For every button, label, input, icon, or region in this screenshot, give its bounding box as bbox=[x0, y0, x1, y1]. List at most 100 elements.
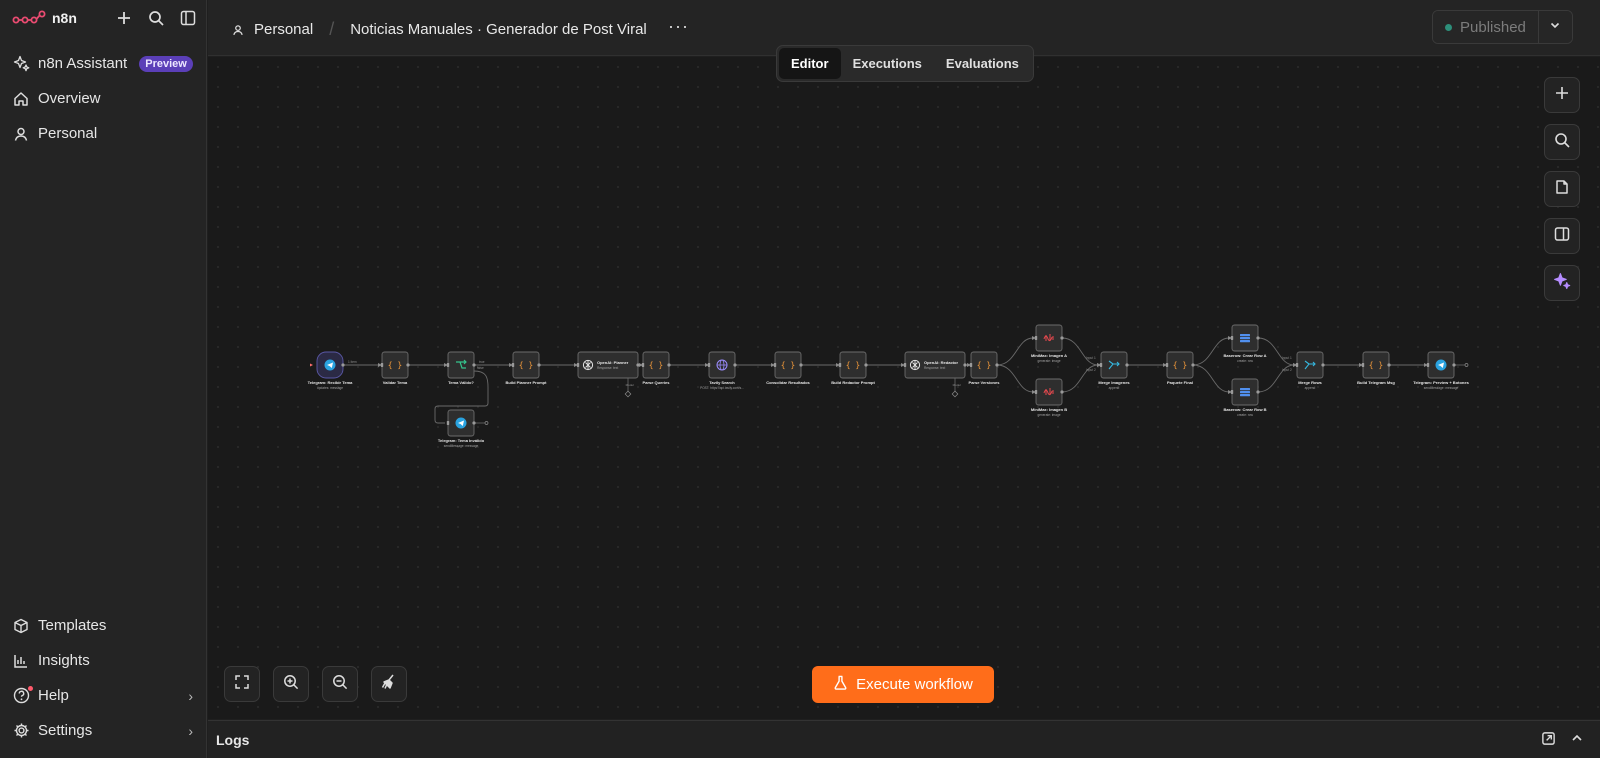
output-port[interactable] bbox=[667, 363, 671, 367]
project-link[interactable]: Personal bbox=[254, 21, 313, 38]
connection-line[interactable] bbox=[996, 337, 1034, 366]
fit-view-button[interactable] bbox=[224, 666, 260, 702]
search-icon[interactable] bbox=[147, 9, 165, 27]
workflow-node[interactable]: Telegram: Tema InválidosendMessage: mess… bbox=[438, 409, 485, 448]
output-port[interactable] bbox=[1060, 336, 1064, 340]
model-socket[interactable] bbox=[624, 390, 632, 398]
output-port[interactable] bbox=[1256, 390, 1260, 394]
node-box[interactable] bbox=[1296, 351, 1324, 379]
plus-icon[interactable] bbox=[115, 9, 133, 27]
input-port[interactable] bbox=[1099, 363, 1103, 367]
output-port[interactable] bbox=[537, 363, 541, 367]
input-port[interactable] bbox=[707, 363, 711, 367]
output-port[interactable] bbox=[733, 363, 737, 367]
workflow-node[interactable]: Baserow: Crear Row Bcreate: row bbox=[1223, 378, 1267, 417]
output-port[interactable] bbox=[1452, 363, 1456, 367]
input-port[interactable] bbox=[1230, 390, 1234, 394]
input-port[interactable] bbox=[838, 363, 842, 367]
input-port[interactable] bbox=[641, 363, 645, 367]
panel-toggle-icon[interactable] bbox=[179, 9, 197, 27]
output-handle[interactable] bbox=[484, 421, 489, 425]
publish-dropdown-button[interactable] bbox=[1537, 11, 1572, 43]
output-port[interactable] bbox=[341, 363, 345, 367]
output-port[interactable] bbox=[1060, 390, 1064, 394]
input-port[interactable] bbox=[1426, 363, 1430, 367]
input-port[interactable] bbox=[1034, 390, 1038, 394]
sidebar-item-overview[interactable]: Overview bbox=[0, 81, 207, 116]
node-box[interactable] bbox=[1035, 378, 1063, 406]
sticky-note-button[interactable] bbox=[1544, 171, 1580, 207]
node-box[interactable] bbox=[577, 351, 639, 379]
pop-out-icon[interactable] bbox=[1541, 731, 1556, 751]
output-port[interactable] bbox=[1387, 363, 1391, 367]
input-port[interactable] bbox=[1165, 363, 1169, 367]
sidebar-item-settings[interactable]: Settings › bbox=[0, 713, 207, 748]
input-port[interactable] bbox=[1230, 336, 1234, 340]
workflow-node[interactable]: { } Parse Queries bbox=[641, 351, 671, 385]
workflow-node[interactable]: Baserow: Crear Row Acreate: row bbox=[1224, 324, 1267, 363]
published-button[interactable]: Published bbox=[1433, 11, 1538, 43]
tab-evaluations[interactable]: Evaluations bbox=[934, 48, 1031, 79]
workflow-node[interactable]: { } Build Redactor Prompt bbox=[831, 351, 875, 385]
workflow-node[interactable]: Telegram: Preview + BotonessendMessage: … bbox=[1413, 351, 1470, 390]
workflow-node[interactable]: Telegram: Recibir Temaupdates: message bbox=[308, 351, 354, 390]
zoom-in-button[interactable] bbox=[273, 666, 309, 702]
output-port[interactable] bbox=[1256, 336, 1260, 340]
output-port[interactable] bbox=[472, 363, 476, 367]
execute-workflow-button[interactable]: Execute workflow bbox=[812, 666, 994, 703]
connection-line[interactable] bbox=[1192, 337, 1230, 366]
output-handle[interactable] bbox=[1464, 363, 1469, 367]
output-port[interactable] bbox=[1321, 363, 1325, 367]
workflow-node[interactable]: { } Validar Tema bbox=[380, 351, 410, 385]
workflow-node[interactable]: { } Consolidar Resultados bbox=[766, 351, 811, 385]
input-port[interactable] bbox=[380, 363, 384, 367]
output-port[interactable] bbox=[1191, 363, 1195, 367]
input-port[interactable] bbox=[1034, 336, 1038, 340]
add-node-button[interactable] bbox=[1544, 77, 1580, 113]
sidebar-item-insights[interactable]: Insights bbox=[0, 643, 207, 678]
search-nodes-button[interactable] bbox=[1544, 124, 1580, 160]
input-port[interactable] bbox=[576, 363, 580, 367]
input-port[interactable] bbox=[903, 363, 907, 367]
logs-panel[interactable]: Logs bbox=[208, 720, 1600, 758]
sidebar-item-personal[interactable]: Personal bbox=[0, 116, 207, 151]
output-port[interactable] bbox=[995, 363, 999, 367]
tidy-up-button[interactable] bbox=[371, 666, 407, 702]
output-port[interactable] bbox=[864, 363, 868, 367]
more-options-button[interactable]: ··· bbox=[668, 16, 689, 37]
workflow-node[interactable]: Tema Válido? bbox=[446, 351, 476, 385]
output-port[interactable] bbox=[636, 363, 640, 367]
output-port[interactable] bbox=[1125, 363, 1129, 367]
input-port[interactable] bbox=[446, 421, 450, 425]
sidebar-item-templates[interactable]: Templates bbox=[0, 608, 207, 643]
workflow-node[interactable]: MiniMax: Imagen Agenerate: image bbox=[1031, 324, 1067, 363]
output-port[interactable] bbox=[799, 363, 803, 367]
input-port[interactable] bbox=[1295, 363, 1299, 367]
zoom-out-button[interactable] bbox=[322, 666, 358, 702]
tab-executions[interactable]: Executions bbox=[841, 48, 934, 79]
workflow-node[interactable]: OpenAI: RedactorResponse: text bbox=[903, 351, 967, 379]
node-box[interactable] bbox=[1035, 324, 1063, 352]
input-port[interactable] bbox=[1361, 363, 1365, 367]
sidebar-item-help[interactable]: Help › bbox=[0, 678, 207, 713]
output-port[interactable] bbox=[472, 421, 476, 425]
workflow-node[interactable]: { } Paquete Final bbox=[1165, 351, 1195, 385]
workflow-node[interactable]: { } Build Telegram Msg bbox=[1357, 351, 1395, 385]
workflow-node[interactable]: { } Parse Versiones bbox=[969, 351, 1001, 385]
workflow-node[interactable]: Merge Imagenesappend bbox=[1098, 351, 1130, 390]
input-port[interactable] bbox=[773, 363, 777, 367]
node-box[interactable] bbox=[904, 351, 966, 379]
n8n-logo[interactable]: n8n bbox=[12, 10, 77, 26]
workflow-node[interactable]: Merge Rowsappend bbox=[1295, 351, 1325, 390]
workflow-node[interactable]: OpenAI: PlannerResponse: text bbox=[576, 351, 640, 379]
input-port[interactable] bbox=[969, 363, 973, 367]
workflow-node[interactable]: MiniMax: Imagen Bgenerate: image bbox=[1031, 378, 1067, 417]
sidebar-item-assistant[interactable]: n8n Assistant Preview bbox=[0, 46, 207, 81]
ai-assistant-button[interactable] bbox=[1544, 265, 1580, 301]
connection-line[interactable] bbox=[1192, 364, 1230, 393]
connection-line[interactable] bbox=[996, 364, 1034, 393]
output-port[interactable] bbox=[406, 363, 410, 367]
tab-editor[interactable]: Editor bbox=[779, 48, 841, 79]
input-port[interactable] bbox=[446, 363, 450, 367]
model-socket[interactable] bbox=[951, 390, 959, 398]
